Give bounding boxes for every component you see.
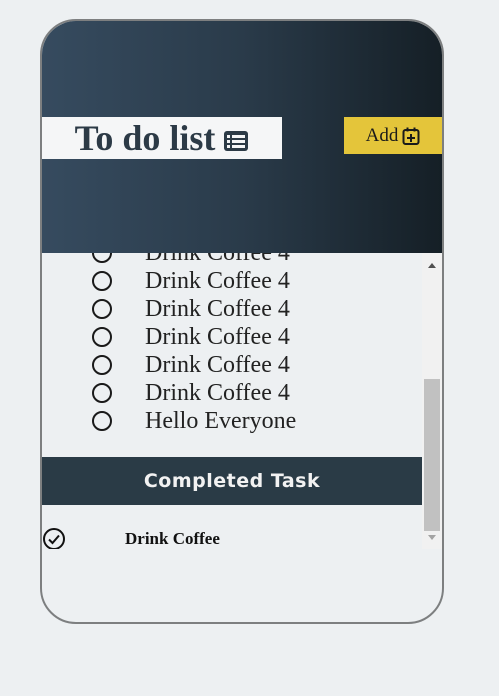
unchecked-circle-icon[interactable] [92,299,112,319]
scroll-down-arrow-icon[interactable] [422,529,442,545]
unchecked-circle-icon[interactable] [92,327,112,347]
task-item[interactable]: Drink Coffee 4 [92,295,290,323]
completed-task-label: Drink Coffee [125,529,220,548]
scroll-up-arrow-icon[interactable] [422,257,442,273]
page-title: To do list [74,118,216,158]
task-item[interactable]: Drink Coffee 4 [92,267,290,295]
scrollbar[interactable] [422,253,442,549]
list-icon [223,130,249,152]
unchecked-circle-icon[interactable] [92,271,112,291]
task-item[interactable]: Drink Coffee 4 [92,379,290,407]
pending-task-list: Drink Coffee 4 Drink Coffee 4 Drink Coff… [42,253,422,457]
calendar-plus-icon [402,127,420,145]
app-frame: To do list Add Drink Coffee 4 Drink Coff… [40,19,444,624]
task-label: Drink Coffee 4 [145,253,290,267]
task-list-area: Drink Coffee 4 Drink Coffee 4 Drink Coff… [42,253,442,549]
check-circle-icon[interactable] [42,527,66,549]
task-item[interactable]: Drink Coffee 4 [92,323,290,351]
unchecked-circle-icon[interactable] [92,253,112,263]
task-item[interactable]: Drink Coffee 4 [92,351,290,379]
add-button-label: Add [365,124,399,146]
app-header: To do list Add [42,21,442,253]
task-label: Drink Coffee 4 [145,323,290,350]
title-box: To do list [42,117,282,159]
task-label: Drink Coffee 4 [145,295,290,322]
unchecked-circle-icon[interactable] [92,383,112,403]
completed-task-item[interactable]: Drink Coffee [42,525,422,549]
task-label: Drink Coffee 4 [145,351,290,378]
task-label: Drink Coffee 4 [145,267,290,294]
task-label: Hello Everyone [145,407,297,434]
completed-heading: Completed Task [42,457,422,505]
task-label: Drink Coffee 4 [145,379,290,406]
unchecked-circle-icon[interactable] [92,355,112,375]
task-item[interactable]: Hello Everyone [92,407,296,435]
add-task-button[interactable]: Add [344,117,442,154]
scrollbar-thumb[interactable] [424,379,440,531]
task-item[interactable]: Drink Coffee 4 [92,253,290,267]
unchecked-circle-icon[interactable] [92,411,112,431]
